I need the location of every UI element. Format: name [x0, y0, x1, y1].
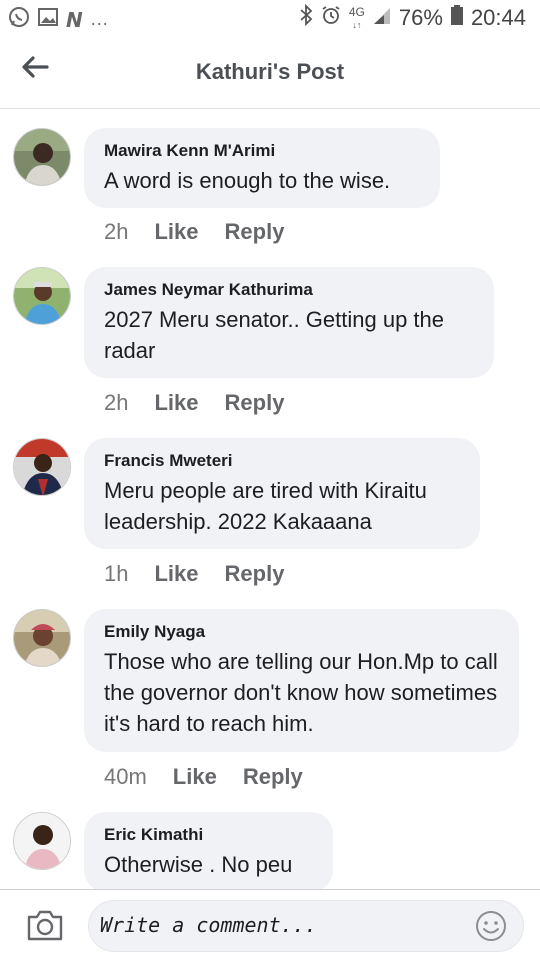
- camera-button[interactable]: [26, 908, 64, 942]
- 4g-icon: 4G ↓↑: [348, 4, 365, 30]
- like-button[interactable]: Like: [173, 764, 217, 790]
- comment-text: Meru people are tired with Kiraitu leade…: [104, 478, 427, 534]
- status-left: N ...: [8, 6, 109, 33]
- status-bar: N ... 4G ↓↑ 76% 20:44: [0, 0, 540, 36]
- comment-composer: Write a comment...: [0, 889, 540, 961]
- comment-text: Those who are telling our Hon.Mp to call…: [104, 649, 498, 736]
- emoji-button[interactable]: [475, 910, 507, 942]
- bluetooth-icon: [299, 3, 313, 32]
- comment-input-placeholder: Write a comment...: [100, 913, 317, 937]
- reply-button[interactable]: Reply: [225, 390, 285, 416]
- avatar[interactable]: [13, 267, 71, 325]
- comment-text: A word is enough to the wise.: [104, 168, 391, 193]
- smiley-icon: [476, 911, 506, 941]
- avatar[interactable]: [13, 438, 71, 496]
- n-icon: N: [66, 7, 83, 32]
- more-notifications: ...: [90, 9, 109, 29]
- comment-bubble[interactable]: Mawira Kenn M'Arimi A word is enough to …: [84, 128, 440, 208]
- comment-bubble[interactable]: James Neymar Kathurima 2027 Meru senator…: [84, 267, 494, 378]
- avatar[interactable]: [13, 128, 71, 186]
- comment-time: 1h: [104, 561, 129, 586]
- comment-author[interactable]: Francis Mweteri: [104, 450, 460, 472]
- comment-actions: 40m Like Reply: [104, 764, 303, 790]
- comment-time: 2h: [104, 219, 129, 244]
- whatsapp-icon: [8, 6, 30, 33]
- avatar[interactable]: [13, 609, 71, 667]
- status-right: 4G ↓↑ 76% 20:44: [299, 3, 526, 32]
- reply-button[interactable]: Reply: [243, 764, 303, 790]
- comment-actions: 2h Like Reply: [104, 219, 284, 245]
- post-header: Kathuri's Post: [0, 36, 540, 109]
- comment-text: 2027 Meru senator.. Getting up the radar: [104, 307, 445, 363]
- avatar[interactable]: [13, 812, 71, 870]
- like-button[interactable]: Like: [154, 219, 198, 245]
- comment-input[interactable]: Write a comment...: [88, 900, 524, 952]
- comment-author[interactable]: James Neymar Kathurima: [104, 279, 474, 301]
- like-button[interactable]: Like: [154, 390, 198, 416]
- reply-button[interactable]: Reply: [225, 219, 285, 245]
- reply-button[interactable]: Reply: [225, 561, 285, 587]
- comment-bubble[interactable]: Emily Nyaga Those who are telling our Ho…: [84, 609, 519, 752]
- like-button[interactable]: Like: [154, 561, 198, 587]
- comment-author[interactable]: Mawira Kenn M'Arimi: [104, 140, 420, 162]
- image-icon: [38, 7, 58, 32]
- comment-time: 2h: [104, 390, 129, 415]
- comments-list[interactable]: Mawira Kenn M'Arimi A word is enough to …: [0, 109, 540, 889]
- alarm-icon: [321, 5, 341, 31]
- comment-bubble[interactable]: Francis Mweteri Meru people are tired wi…: [84, 438, 480, 549]
- comment-author[interactable]: Eric Kimathi: [104, 824, 313, 846]
- page-title: Kathuri's Post: [195, 59, 345, 84]
- battery-percent: 76%: [398, 5, 443, 30]
- comment-bubble[interactable]: Eric Kimathi Otherwise . No peu: [84, 812, 333, 889]
- comment-author[interactable]: Emily Nyaga: [104, 621, 499, 643]
- comment-time: 40m: [104, 764, 147, 789]
- camera-icon: [27, 910, 63, 941]
- clock: 20:44: [470, 5, 526, 30]
- signal-icon: [373, 5, 391, 31]
- battery-icon: [450, 5, 463, 31]
- comment-actions: 1h Like Reply: [104, 561, 284, 587]
- network-type: 4G: [348, 4, 365, 19]
- comment-text: Otherwise . No peu: [104, 852, 293, 877]
- comment-actions: 2h Like Reply: [104, 390, 284, 416]
